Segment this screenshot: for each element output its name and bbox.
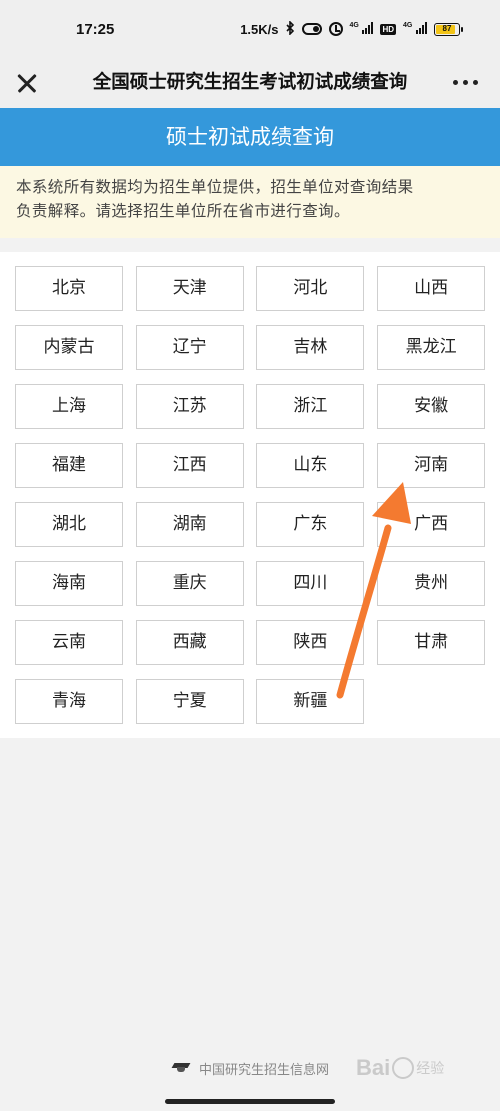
province-button[interactable]: 黑龙江	[377, 325, 486, 370]
province-button[interactable]: 北京	[15, 266, 123, 311]
province-button[interactable]: 天津	[135, 266, 244, 311]
net-speed: 1.5K/s	[240, 21, 279, 37]
province-button[interactable]: 西藏	[135, 620, 244, 665]
signal-icon: 4G	[349, 21, 374, 37]
more-icon[interactable]	[453, 80, 478, 85]
footer-text[interactable]: 中国研究生招生信息网	[199, 1059, 329, 1078]
watermark-sub: 经验	[416, 1060, 445, 1076]
province-button[interactable]: 吉林	[256, 325, 365, 370]
battery-icon: 87	[434, 22, 463, 36]
province-button[interactable]: 甘肃	[377, 620, 486, 665]
province-button[interactable]: 江苏	[135, 384, 244, 429]
hd-icon: HD	[380, 23, 397, 35]
province-button[interactable]: 宁夏	[135, 679, 244, 724]
province-button[interactable]: 陕西	[256, 620, 365, 665]
province-button[interactable]: 江西	[135, 443, 244, 488]
province-panel: 北京 天津 河北 山西内蒙古 辽宁 吉林 黑龙江上海 江苏 浙江 安徽福建 江西 山东 河南湖北 湖南 广东…	[0, 252, 500, 738]
province-button[interactable]: 海南	[15, 561, 123, 606]
signal-icon: 4G	[403, 21, 427, 37]
province-button[interactable]: 湖南	[135, 502, 244, 547]
network-tag: 4G	[403, 21, 413, 29]
watermark-logo: Bai 经验	[356, 1055, 444, 1081]
province-button[interactable]: 山东	[256, 443, 365, 488]
province-button[interactable]: 内蒙古	[15, 325, 123, 370]
province-button[interactable]: 福建	[15, 443, 123, 488]
paw-icon	[392, 1057, 415, 1079]
status-bar: 17:25 1.5K/s 4G HD 4G 87	[0, 0, 500, 58]
province-button[interactable]: 新疆	[256, 679, 365, 724]
bluetooth-icon	[285, 19, 295, 38]
page-title: 全国硕士研究生招生考试初试成绩查询	[92, 72, 408, 93]
toggle-icon	[301, 23, 322, 35]
status-time: 17:25	[76, 20, 115, 38]
notice-line-1: 本系统所有数据均为招生单位提供，招生单位对查询结果	[16, 178, 414, 196]
nav-bar: 全国硕士研究生招生考试初试成绩查询	[0, 58, 500, 108]
province-button[interactable]: 安徽	[377, 384, 486, 429]
province-button[interactable]: 广西	[377, 502, 486, 547]
notice-line-2: 负责解释。请选择招生单位所在省市进行查询。	[16, 202, 350, 220]
network-tag: 4G	[349, 21, 359, 29]
graduation-cap-icon	[171, 1063, 191, 1073]
province-button[interactable]: 贵州	[377, 561, 486, 606]
section-header: 硕士初试成绩查询	[0, 108, 500, 166]
close-icon[interactable]	[15, 68, 39, 96]
province-button[interactable]: 辽宁	[135, 325, 244, 370]
province-button[interactable]: 山西	[377, 266, 486, 311]
notice-box: 本系统所有数据均为招生单位提供，招生单位对查询结果 负责解释。请选择招生单位所在…	[0, 166, 500, 238]
battery-text: 87	[442, 23, 452, 33]
province-button[interactable]: 河北	[256, 266, 365, 311]
province-button[interactable]: 青海	[15, 679, 123, 724]
province-button[interactable]: 湖北	[15, 502, 123, 547]
province-button[interactable]: 云南	[15, 620, 123, 665]
watermark-brand: Bai	[356, 1055, 391, 1080]
province-button[interactable]: 广东	[256, 502, 365, 547]
province-button[interactable]: 四川	[256, 561, 365, 606]
province-button[interactable]: 上海	[15, 384, 123, 429]
home-indicator[interactable]	[165, 1099, 335, 1104]
province-button[interactable]: 重庆	[135, 561, 244, 606]
status-icons: 1.5K/s 4G HD 4G 87	[240, 19, 463, 38]
province-button[interactable]: 浙江	[256, 384, 365, 429]
province-button[interactable]: 河南	[377, 443, 486, 488]
alarm-icon	[328, 22, 343, 36]
